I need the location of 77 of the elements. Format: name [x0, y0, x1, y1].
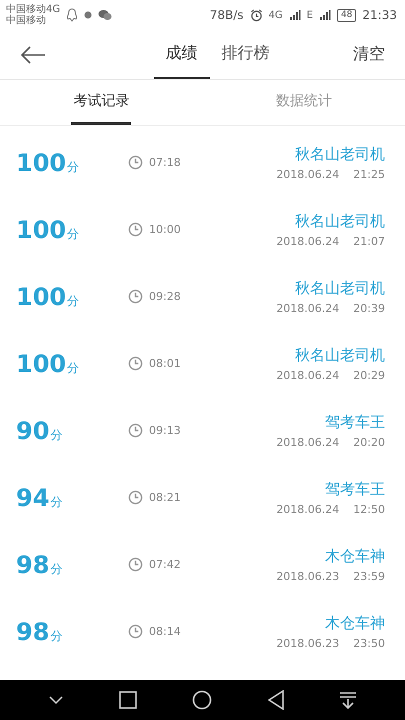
clock-icon	[128, 423, 143, 438]
record-time: 21:07	[353, 234, 385, 248]
record-time: 23:50	[353, 636, 385, 650]
score: 98	[16, 618, 50, 646]
player-name: 木仓车神	[325, 614, 385, 632]
tab[interactable]: 成绩	[154, 30, 210, 79]
battery-level: 48	[336, 8, 356, 22]
record-date: 2018.06.24	[276, 436, 340, 448]
penguin-icon	[66, 8, 78, 22]
player-name: 秋名山老司机	[295, 278, 385, 298]
network-type: E	[306, 10, 313, 20]
player-name: 木仓车神	[325, 546, 385, 566]
score-unit: 分	[50, 494, 62, 510]
alarm-icon	[250, 8, 262, 22]
duration: 08:01	[149, 357, 181, 370]
clock-icon	[128, 557, 143, 572]
clock-time: 21:33	[362, 8, 397, 22]
score: 100	[16, 148, 66, 176]
duration: 10:00	[149, 223, 181, 236]
clock-icon	[128, 624, 143, 639]
player-name: 秋名山老司机	[295, 144, 385, 164]
duration: 07:42	[149, 558, 181, 571]
chevron-down-icon[interactable]	[48, 695, 64, 705]
duration: 09:28	[149, 290, 181, 303]
record-time: 21:25	[353, 168, 385, 180]
score-unit: 分	[67, 158, 80, 176]
carrier-name: 中国移动	[6, 15, 47, 26]
home-icon[interactable]	[192, 690, 212, 710]
score: 90	[16, 416, 50, 444]
player-name: 驾考车王	[325, 412, 385, 432]
back-icon[interactable]	[268, 690, 284, 710]
duration: 08:21	[149, 491, 181, 504]
score: 100	[16, 282, 66, 310]
record-date: 2018.06.24	[276, 302, 340, 314]
player-name: 秋名山老司机	[295, 212, 385, 230]
score: 94	[16, 484, 50, 512]
player-name: 秋名山老司机	[295, 346, 385, 364]
tab[interactable]: 排行榜	[210, 30, 282, 79]
arrow-left-icon	[20, 46, 46, 64]
recents-icon[interactable]	[119, 691, 138, 709]
score-unit: 分	[67, 292, 80, 310]
record-time: 20:20	[353, 436, 385, 448]
carrier-name: 中国移动4G	[6, 4, 60, 15]
score: 98	[16, 550, 50, 578]
duration: 07:18	[149, 156, 181, 169]
record-time: 12:50	[353, 502, 385, 516]
score-unit: 分	[67, 226, 80, 242]
record-date: 2018.06.23	[276, 636, 340, 650]
clock-icon	[128, 289, 143, 304]
subtab[interactable]: 考试记录	[0, 80, 202, 125]
record-date: 2018.06.24	[276, 168, 340, 180]
duration: 09:13	[149, 424, 181, 437]
record-date: 2018.06.24	[276, 368, 340, 382]
record-date: 2018.06.24	[276, 234, 340, 248]
duration: 08:14	[149, 625, 181, 638]
score-unit: 分	[50, 628, 62, 644]
record-time: 23:59	[353, 570, 385, 582]
record-time: 20:39	[353, 302, 385, 314]
record-date: 2018.06.24	[276, 502, 340, 516]
clock-icon	[128, 222, 143, 237]
score: 100	[16, 350, 66, 378]
signal-icon	[318, 9, 331, 21]
score-unit: 分	[67, 360, 80, 376]
clear-button[interactable]: 清空	[345, 30, 393, 79]
clock-icon	[128, 490, 143, 505]
score: 100	[16, 216, 66, 244]
clock-icon	[128, 155, 143, 170]
score-unit: 分	[50, 560, 62, 578]
clock-icon	[128, 356, 143, 371]
record-time: 20:29	[353, 368, 385, 382]
network-type: 4G	[268, 10, 283, 20]
pull-down-icon[interactable]	[339, 691, 358, 709]
network-speed: 78B/s	[210, 8, 244, 22]
record-date: 2018.06.23	[276, 570, 340, 582]
score-unit: 分	[50, 426, 62, 444]
player-name: 驾考车王	[325, 480, 385, 498]
signal-icon	[288, 9, 301, 21]
